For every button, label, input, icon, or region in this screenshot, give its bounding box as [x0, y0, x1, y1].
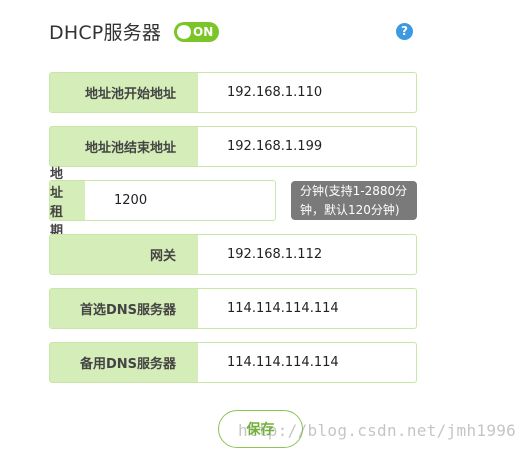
lease-time-row: 地址租期: [49, 167, 285, 239]
primary-dns-label: 首选DNS服务器: [50, 289, 198, 328]
pool-end-row: 地址池结束地址: [49, 126, 417, 167]
gateway-input[interactable]: [198, 235, 416, 274]
page-title: DHCP服务器: [49, 22, 162, 44]
primary-dns-row: 首选DNS服务器: [49, 288, 417, 329]
pool-start-input[interactable]: [198, 73, 416, 112]
pool-end-label: 地址池结束地址: [50, 127, 198, 166]
tooltip-line-1: 分钟(支持1-2880分: [300, 184, 408, 198]
dhcp-toggle[interactable]: ON: [174, 21, 220, 42]
watermark: http://blog.csdn.net/jmh1996: [238, 421, 517, 440]
toggle-label: ON: [193, 24, 214, 39]
lease-time-label: 地址租期: [50, 167, 86, 239]
dhcp-server-settings: DHCP服务器 ON ? 地址池开始地址 地址池结束地址 地址租期 分钟(支持1…: [0, 0, 529, 452]
pool-start-label: 地址池开始地址: [50, 73, 198, 112]
secondary-dns-row: 备用DNS服务器: [49, 342, 417, 383]
help-icon[interactable]: ?: [396, 23, 413, 40]
toggle-knob: [177, 24, 192, 39]
gateway-row: 网关: [49, 234, 417, 275]
primary-dns-input[interactable]: [198, 289, 416, 328]
tooltip-line-2: 钟，默认120分钟): [300, 203, 400, 217]
pool-end-input[interactable]: [198, 127, 416, 166]
pool-start-row: 地址池开始地址: [49, 72, 417, 113]
lease-time-tooltip: 分钟(支持1-2880分 钟，默认120分钟): [291, 181, 417, 220]
secondary-dns-input[interactable]: [198, 343, 416, 382]
secondary-dns-label: 备用DNS服务器: [50, 343, 198, 382]
header: DHCP服务器 ON: [49, 18, 220, 45]
gateway-label: 网关: [50, 235, 198, 274]
lease-time-input[interactable]: [85, 181, 285, 220]
